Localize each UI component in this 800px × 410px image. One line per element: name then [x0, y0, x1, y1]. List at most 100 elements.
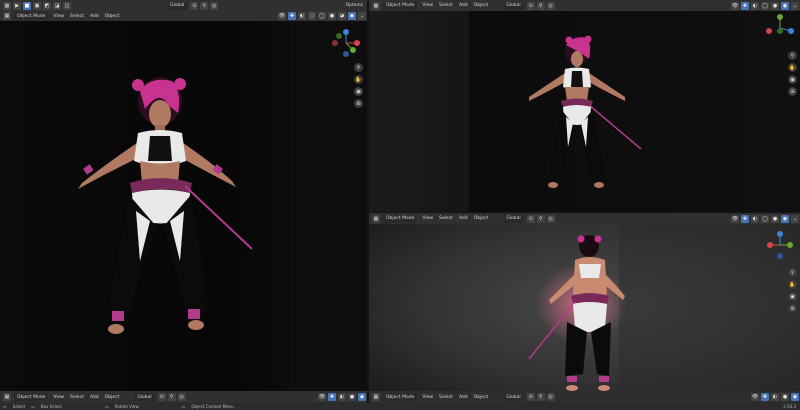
shading-rendered-icon[interactable]: ◉	[348, 12, 356, 20]
pivot-icon[interactable]: ⊙	[157, 393, 166, 401]
pan-hand-icon[interactable]: ✋	[354, 75, 363, 84]
menu-select[interactable]: Select	[439, 395, 453, 400]
menu-select[interactable]: Select	[439, 3, 453, 8]
shading-solid-icon[interactable]: ●	[771, 1, 779, 10]
mode-dropdown[interactable]: Object Mode	[383, 393, 418, 401]
left-viewport[interactable]: ⚲ ✋ ▣ ⊞	[0, 21, 367, 391]
overlay-icon[interactable]: ◐	[298, 12, 306, 20]
snap-icon[interactable]: ⚲	[536, 393, 545, 401]
ortho-grid-icon[interactable]: ⊞	[788, 304, 797, 313]
visibility-icon[interactable]: 👁	[318, 393, 326, 401]
camera-icon[interactable]: ▣	[788, 292, 797, 301]
transform-orientation-dropdown[interactable]: Global	[503, 1, 524, 10]
menu-select[interactable]: Select	[70, 14, 84, 19]
shading-options-icon[interactable]: ⌄	[358, 12, 366, 20]
proportional-icon[interactable]: ◎	[546, 214, 555, 223]
pivot-icon[interactable]: ⊙	[190, 1, 199, 10]
ortho-grid-icon[interactable]: ⊞	[788, 87, 797, 96]
menu-add[interactable]: Add	[459, 395, 468, 400]
gizmo-toggle-icon[interactable]: ✥	[288, 12, 296, 20]
shading-rendered-icon[interactable]: ◉	[781, 214, 789, 223]
axis-gizmo-icon[interactable]	[765, 230, 795, 260]
transform-orientation-dropdown[interactable]: Global	[167, 1, 188, 10]
shading-solid-icon[interactable]: ●	[328, 12, 336, 20]
ortho-grid-icon[interactable]: ⊞	[354, 99, 363, 108]
snap-icon[interactable]: ⚲	[167, 393, 176, 401]
gizmo-toggle-icon[interactable]: ✥	[741, 214, 749, 223]
pivot-icon[interactable]: ⊙	[526, 1, 535, 10]
proportional-icon[interactable]: ◎	[177, 393, 186, 401]
menu-object[interactable]: Object	[474, 395, 489, 400]
visibility-icon[interactable]: 👁	[731, 1, 739, 10]
select-mode-invert-button[interactable]: ◪	[53, 1, 61, 10]
gizmo-toggle-icon[interactable]: ✥	[761, 393, 769, 401]
navigation-gizmo[interactable]	[331, 28, 361, 58]
gizmo-toggle-icon[interactable]: ✥	[328, 393, 336, 401]
menu-add[interactable]: Add	[90, 14, 99, 19]
shading-material-icon[interactable]: ◕	[338, 12, 346, 20]
camera-icon[interactable]: ▣	[788, 75, 797, 84]
transform-orientation-dropdown[interactable]: Global	[503, 214, 524, 223]
navigation-gizmo[interactable]	[765, 230, 795, 260]
shading-rendered-icon[interactable]: ◉	[781, 1, 789, 10]
proportional-icon[interactable]: ◎	[210, 1, 219, 10]
menu-object[interactable]: Object	[474, 216, 489, 221]
editor-type-icon[interactable]: ▦	[372, 393, 380, 401]
menu-view[interactable]: View	[422, 216, 433, 221]
select-mode-new-button[interactable]: ■	[23, 1, 31, 10]
shading-solid-icon[interactable]: ●	[781, 393, 789, 401]
shading-options-icon[interactable]: ⌄	[791, 1, 799, 10]
editor-type-button[interactable]: ▦	[3, 1, 11, 10]
shading-wire-icon[interactable]: ◯	[761, 214, 769, 223]
snap-icon[interactable]: ⚲	[536, 1, 545, 10]
camera-icon[interactable]: ▣	[354, 87, 363, 96]
zoom-icon[interactable]: ⚲	[788, 51, 797, 60]
shading-rendered-icon[interactable]: ◉	[358, 393, 366, 401]
proportional-icon[interactable]: ◎	[546, 393, 555, 401]
shading-wire-icon[interactable]: ◯	[318, 12, 326, 20]
shading-solid-icon[interactable]: ●	[771, 214, 779, 223]
pivot-icon[interactable]: ⊙	[526, 393, 535, 401]
shading-solid-icon[interactable]: ●	[348, 393, 356, 401]
menu-view[interactable]: View	[53, 395, 64, 400]
top-right-viewport[interactable]: ⚲ ✋ ▣ ⊞	[369, 11, 800, 212]
play-button[interactable]: ▶	[13, 1, 21, 10]
pivot-icon[interactable]: ⊙	[526, 214, 535, 223]
axis-gizmo-icon[interactable]	[331, 28, 361, 58]
snap-icon[interactable]: ⚲	[536, 214, 545, 223]
menu-add[interactable]: Add	[459, 216, 468, 221]
menu-add[interactable]: Add	[459, 3, 468, 8]
editor-type-icon[interactable]: ▦	[372, 214, 380, 223]
transform-orientation-dropdown[interactable]: Global	[134, 393, 155, 401]
visibility-icon[interactable]: 👁	[278, 12, 286, 20]
menu-object[interactable]: Object	[474, 3, 489, 8]
menu-view[interactable]: View	[422, 395, 433, 400]
menu-view[interactable]: View	[422, 3, 433, 8]
shading-rendered-icon[interactable]: ◉	[791, 393, 799, 401]
overlay-icon[interactable]: ◐	[338, 393, 346, 401]
pan-hand-icon[interactable]: ✋	[788, 280, 797, 289]
mode-dropdown[interactable]: Object Mode	[383, 214, 418, 223]
xray-icon[interactable]: ▢	[308, 12, 316, 20]
overlay-icon[interactable]: ◐	[751, 214, 759, 223]
snap-icon[interactable]: ⚲	[200, 1, 209, 10]
menu-select[interactable]: Select	[439, 216, 453, 221]
select-mode-subtract-button[interactable]: ◩	[43, 1, 51, 10]
menu-object[interactable]: Object	[105, 395, 120, 400]
select-mode-intersect-button[interactable]: ◫	[63, 1, 71, 10]
menu-add[interactable]: Add	[90, 395, 99, 400]
proportional-icon[interactable]: ◎	[546, 1, 555, 10]
shading-options-icon[interactable]: ⌄	[791, 214, 799, 223]
overlay-icon[interactable]: ◐	[751, 1, 759, 10]
shading-wire-icon[interactable]: ◯	[761, 1, 769, 10]
mode-dropdown[interactable]: Object Mode	[383, 1, 418, 10]
pan-hand-icon[interactable]: ✋	[788, 63, 797, 72]
options-dropdown[interactable]: Options	[346, 3, 363, 8]
axis-gizmo-icon[interactable]	[765, 13, 795, 43]
zoom-icon[interactable]: ⚲	[788, 268, 797, 277]
navigation-gizmo[interactable]	[765, 13, 795, 43]
mode-dropdown[interactable]: Object Mode	[14, 393, 49, 401]
editor-type-icon[interactable]: ▦	[3, 12, 11, 20]
menu-select[interactable]: Select	[70, 395, 84, 400]
bottom-right-viewport[interactable]: ⚲ ✋ ▣ ⊞	[369, 224, 800, 403]
